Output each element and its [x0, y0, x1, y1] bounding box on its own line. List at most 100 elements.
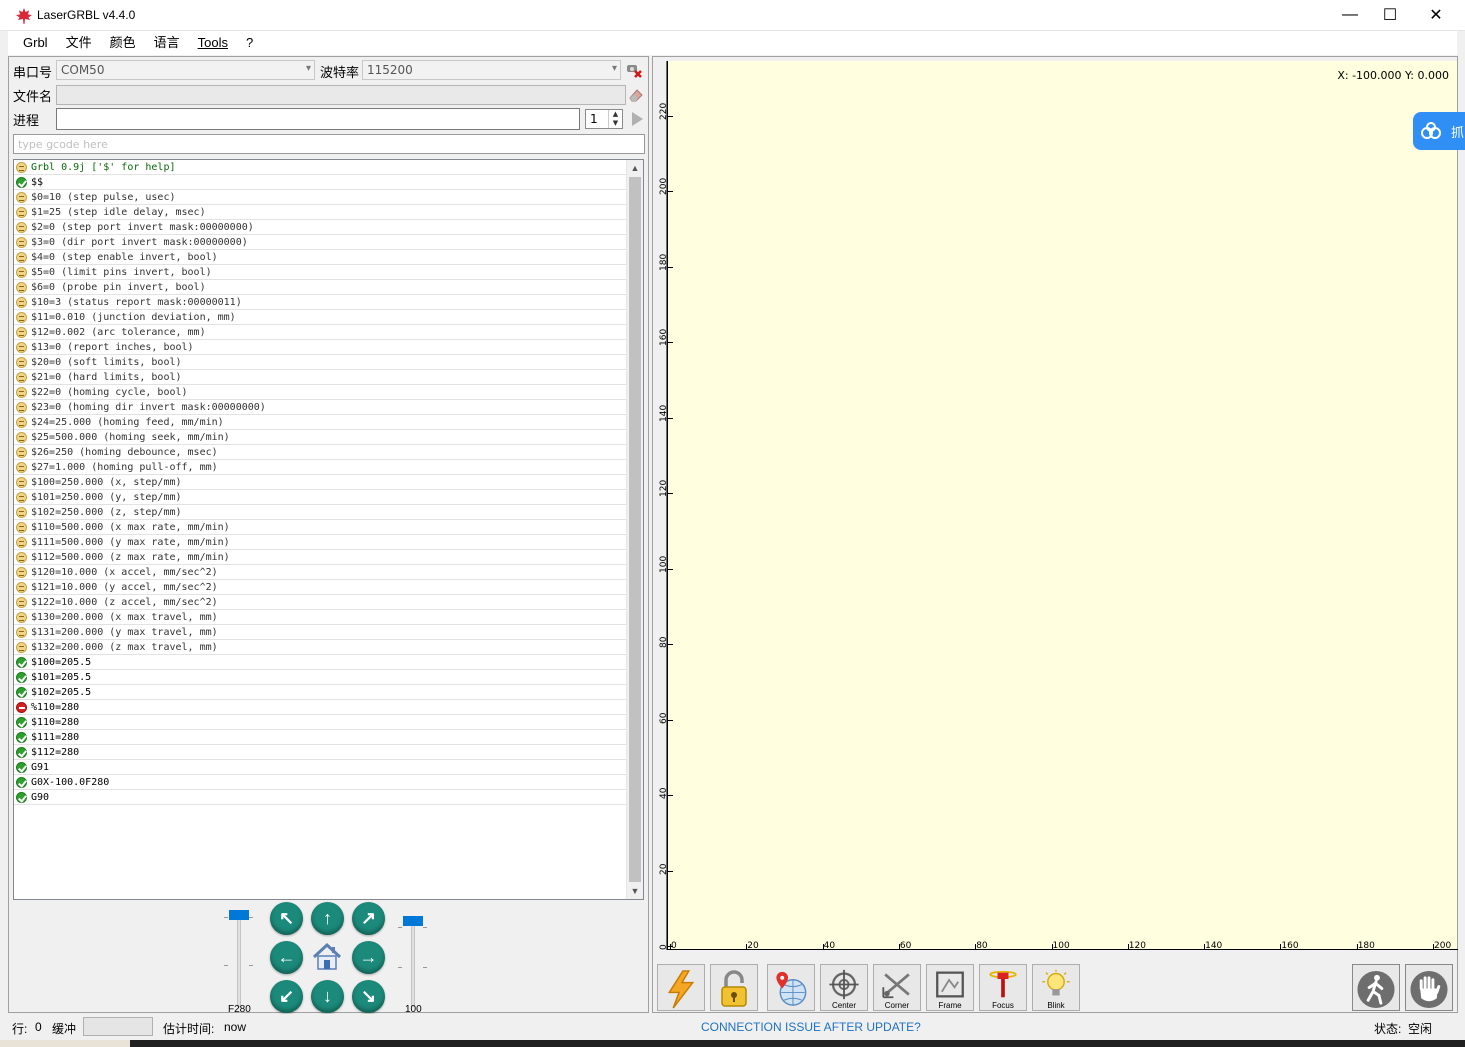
jog-up-left-button[interactable]: ↖: [270, 902, 303, 935]
slider-tick: [423, 967, 427, 968]
x-tick-label: 180: [1357, 941, 1375, 951]
baud-value: 115200: [367, 63, 413, 77]
chevron-down-icon: ▾: [305, 63, 311, 74]
arrow-down-left-icon: ↙: [278, 986, 295, 1006]
jog-left-button[interactable]: ←: [270, 941, 303, 974]
menu-color[interactable]: 颜色: [103, 32, 143, 54]
preview-canvas[interactable]: X: -100.000 Y: 0.000 0 20 40 60 80 100 120 140 1…: [659, 61, 1458, 951]
state-value: 空闲: [1408, 1022, 1433, 1036]
cloud-badge[interactable]: 抓: [1413, 112, 1465, 150]
maple-leaf-icon: [16, 8, 32, 24]
jog-up-right-button[interactable]: ↗: [352, 902, 385, 935]
home-globe-button[interactable]: [767, 964, 815, 1011]
center-button[interactable]: Center: [820, 964, 868, 1011]
console-row: $112=280: [14, 745, 626, 760]
console-row: $111=280: [14, 730, 626, 745]
passes-stepper[interactable]: 1 ▲ ▼: [585, 109, 623, 129]
unlock-button[interactable]: [710, 964, 758, 1011]
console-row-text: $23=0 (homing dir invert mask:00000000): [31, 401, 266, 413]
console-row: $26=250 (homing debounce, msec): [14, 445, 626, 460]
menu-language[interactable]: 语言: [147, 32, 187, 54]
focus-button[interactable]: Focus: [979, 964, 1027, 1011]
speed-slider[interactable]: [237, 912, 241, 1007]
play-icon[interactable]: [628, 110, 646, 128]
console-row: $2=0 (step port invert mask:00000000): [14, 220, 626, 235]
console-row-text: $11=0.010 (junction deviation, mm): [31, 311, 236, 323]
coordinate-readout: X: -100.000 Y: 0.000: [1337, 69, 1449, 82]
info-icon: [16, 326, 27, 338]
info-icon: [16, 626, 27, 638]
console-row: $12=0.002 (arc tolerance, mm): [14, 325, 626, 340]
file-field[interactable]: [56, 85, 626, 105]
jog-right-button[interactable]: →: [352, 941, 385, 974]
info-icon: [16, 581, 27, 593]
step-slider[interactable]: [411, 917, 415, 1007]
close-button[interactable]: ✕: [1413, 0, 1459, 30]
line-label: 行:: [12, 1022, 28, 1036]
console-row: $102=205.5: [14, 685, 626, 700]
console-log[interactable]: Grbl 0.9j ['$' for help] $$ $0=10 (step pu…: [13, 159, 644, 900]
ignite-button[interactable]: [657, 964, 705, 1011]
blink-button[interactable]: Blink: [1032, 964, 1080, 1011]
maximize-button[interactable]: ☐: [1367, 0, 1413, 30]
walk-button[interactable]: [1352, 964, 1400, 1011]
scroll-up-icon[interactable]: ▲: [627, 160, 643, 176]
info-icon: [16, 461, 27, 473]
frame-button[interactable]: Frame: [926, 964, 974, 1011]
console-row: $101=250.000 (y, step/mm): [14, 490, 626, 505]
x-tick-label: 140: [1205, 941, 1223, 951]
y-tick-label: 140: [659, 404, 669, 422]
taskbar-start: [0, 1040, 130, 1047]
console-row: $4=0 (step enable invert, bool): [14, 250, 626, 265]
info-icon: [16, 566, 27, 578]
menu-tools[interactable]: Tools: [191, 32, 235, 54]
arrow-up-right-icon: ↗: [360, 908, 377, 928]
scroll-down-icon[interactable]: ▼: [627, 883, 643, 899]
speed-slider-thumb[interactable]: [229, 910, 249, 920]
x-tick-label: 200: [1434, 941, 1452, 951]
jog-down-right-button[interactable]: ↘: [352, 980, 385, 1013]
eraser-icon[interactable]: [627, 86, 645, 104]
y-tick-label: 200: [659, 177, 669, 195]
menu-grbl[interactable]: Grbl: [16, 32, 55, 54]
menu-help[interactable]: ?: [239, 32, 260, 54]
slider-tick: [224, 917, 228, 918]
y-tick-label: 20: [659, 863, 669, 875]
disconnect-icon[interactable]: [625, 61, 643, 79]
gcode-input[interactable]: type gcode here: [13, 134, 645, 154]
console-scrollbar[interactable]: ▲ ▼: [626, 160, 643, 899]
padlock-icon: [721, 970, 747, 1007]
x-tick-label: 60: [899, 941, 912, 951]
console-row-text: G0X-100.0F280: [31, 776, 110, 788]
jog-down-left-button[interactable]: ↙: [270, 980, 303, 1013]
badge-text: 抓: [1451, 124, 1465, 140]
scroll-thumb[interactable]: [629, 177, 641, 882]
console-row-text: $4=0 (step enable invert, bool): [31, 251, 218, 263]
arrow-up-icon: ↑: [323, 908, 332, 928]
connection-issue-link[interactable]: CONNECTION ISSUE AFTER UPDATE?: [701, 1020, 921, 1034]
jog-home-button[interactable]: [310, 940, 344, 974]
blink-label: Blink: [1047, 1001, 1065, 1010]
port-select[interactable]: COM50 ▾: [56, 60, 315, 80]
x-tick-label: 160: [1281, 941, 1299, 951]
baud-select[interactable]: 115200 ▾: [362, 60, 621, 80]
info-icon: [16, 521, 27, 533]
info-icon: [16, 491, 27, 503]
console-row: G90: [14, 790, 626, 805]
corner-button[interactable]: Corner: [873, 964, 921, 1011]
stop-hand-button[interactable]: [1405, 964, 1453, 1011]
stepper-arrows-icon[interactable]: ▲ ▼: [608, 110, 622, 128]
jog-down-button[interactable]: ↓: [311, 980, 344, 1013]
console-row-text: $131=200.000 (y max travel, mm): [31, 626, 218, 638]
menu-file[interactable]: 文件: [59, 32, 99, 54]
step-slider-thumb[interactable]: [403, 916, 423, 927]
console-row: $5=0 (limit pins invert, bool): [14, 265, 626, 280]
jog-up-button[interactable]: ↑: [311, 902, 344, 935]
ok-check-icon: [16, 761, 27, 773]
menu-bar: Grbl 文件 颜色 语言 Tools ?: [8, 31, 1457, 55]
x-tick-label: 120: [1128, 941, 1146, 951]
info-icon: [16, 416, 27, 428]
info-icon: [16, 221, 27, 233]
slider-tick: [249, 917, 253, 918]
console-row: $101=205.5: [14, 670, 626, 685]
